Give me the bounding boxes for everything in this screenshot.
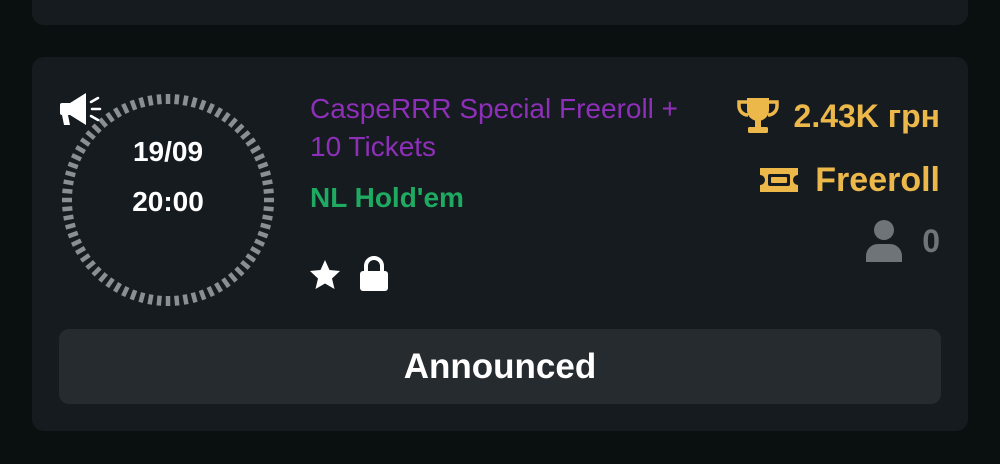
- user-icon: [866, 220, 903, 262]
- timer-tick: [214, 282, 223, 293]
- trophy-icon: [736, 98, 779, 133]
- timer-tick: [156, 94, 162, 105]
- timer-tick: [105, 277, 115, 289]
- timer-tick: [240, 259, 251, 270]
- timer-tick: [113, 282, 122, 293]
- timer-tick: [79, 253, 91, 263]
- registered-players: 0: [864, 216, 940, 266]
- timer-tick: [129, 289, 138, 301]
- star-icon[interactable]: [308, 258, 342, 292]
- tournament-type: Freeroll: [757, 158, 940, 202]
- timer-tick: [262, 179, 273, 186]
- prize-amount: 2.43K грн: [793, 97, 940, 134]
- timer-tick: [206, 286, 215, 298]
- timer-tick: [65, 222, 76, 230]
- tournament-title[interactable]: CaspeRRR Special Freeroll + 10 Tickets: [310, 90, 690, 166]
- timer-tick: [138, 292, 146, 303]
- timer-tick: [85, 259, 96, 270]
- timer-tick: [147, 294, 154, 305]
- timer-tick: [214, 107, 223, 118]
- timer-tick: [245, 253, 257, 263]
- timer-tick: [105, 111, 115, 123]
- timer-tick: [63, 179, 74, 186]
- timer-tick: [75, 246, 86, 255]
- timer-tick: [221, 111, 231, 123]
- timer-tick: [91, 266, 102, 277]
- timer-tick: [156, 295, 162, 306]
- timer-tick: [198, 289, 207, 301]
- game-type: NL Hold'em: [310, 182, 464, 213]
- timer-tick: [190, 292, 198, 303]
- timer-tick: [174, 295, 180, 306]
- megaphone-icon: [60, 93, 102, 125]
- timer-tick: [182, 95, 189, 106]
- previous-tournament-card[interactable]: [32, 0, 968, 25]
- timer-tick: [138, 97, 146, 108]
- timer-tick: [257, 230, 269, 239]
- lock-icon: [360, 256, 388, 291]
- timer-tick: [65, 170, 76, 178]
- timer-tick: [260, 222, 271, 230]
- countdown-timer: 19/09 20:00: [58, 90, 278, 310]
- timer-tick: [129, 99, 138, 111]
- timer-tick: [260, 170, 271, 178]
- timer-tick: [147, 95, 154, 106]
- timer-tick: [70, 238, 82, 247]
- timer-tick: [227, 272, 238, 283]
- timer-tick: [221, 277, 231, 289]
- timer-tick: [250, 246, 261, 255]
- timer-tick: [234, 266, 245, 277]
- tournament-time: 20:00: [132, 186, 204, 217]
- timer-tick: [174, 94, 180, 105]
- timer-tick: [113, 107, 122, 118]
- timer-tick: [121, 102, 130, 114]
- announced-status-button[interactable]: Announced: [59, 329, 941, 404]
- timer-tick: [206, 102, 215, 114]
- timer-tick: [121, 286, 130, 298]
- timer-tick: [182, 294, 189, 305]
- player-count: 0: [922, 222, 940, 259]
- timer-tick: [190, 97, 198, 108]
- timer-tick: [227, 117, 238, 128]
- timer-tick: [254, 238, 266, 247]
- timer-tick: [234, 123, 245, 134]
- prize-pool: 2.43K грн: [736, 94, 940, 138]
- tournament-date: 19/09: [132, 136, 204, 167]
- tournament-type-label: Freeroll: [815, 160, 940, 199]
- timer-tick: [198, 99, 207, 111]
- timer-tick: [98, 272, 109, 283]
- ticket-icon: [760, 168, 799, 192]
- timer-tick: [67, 230, 79, 239]
